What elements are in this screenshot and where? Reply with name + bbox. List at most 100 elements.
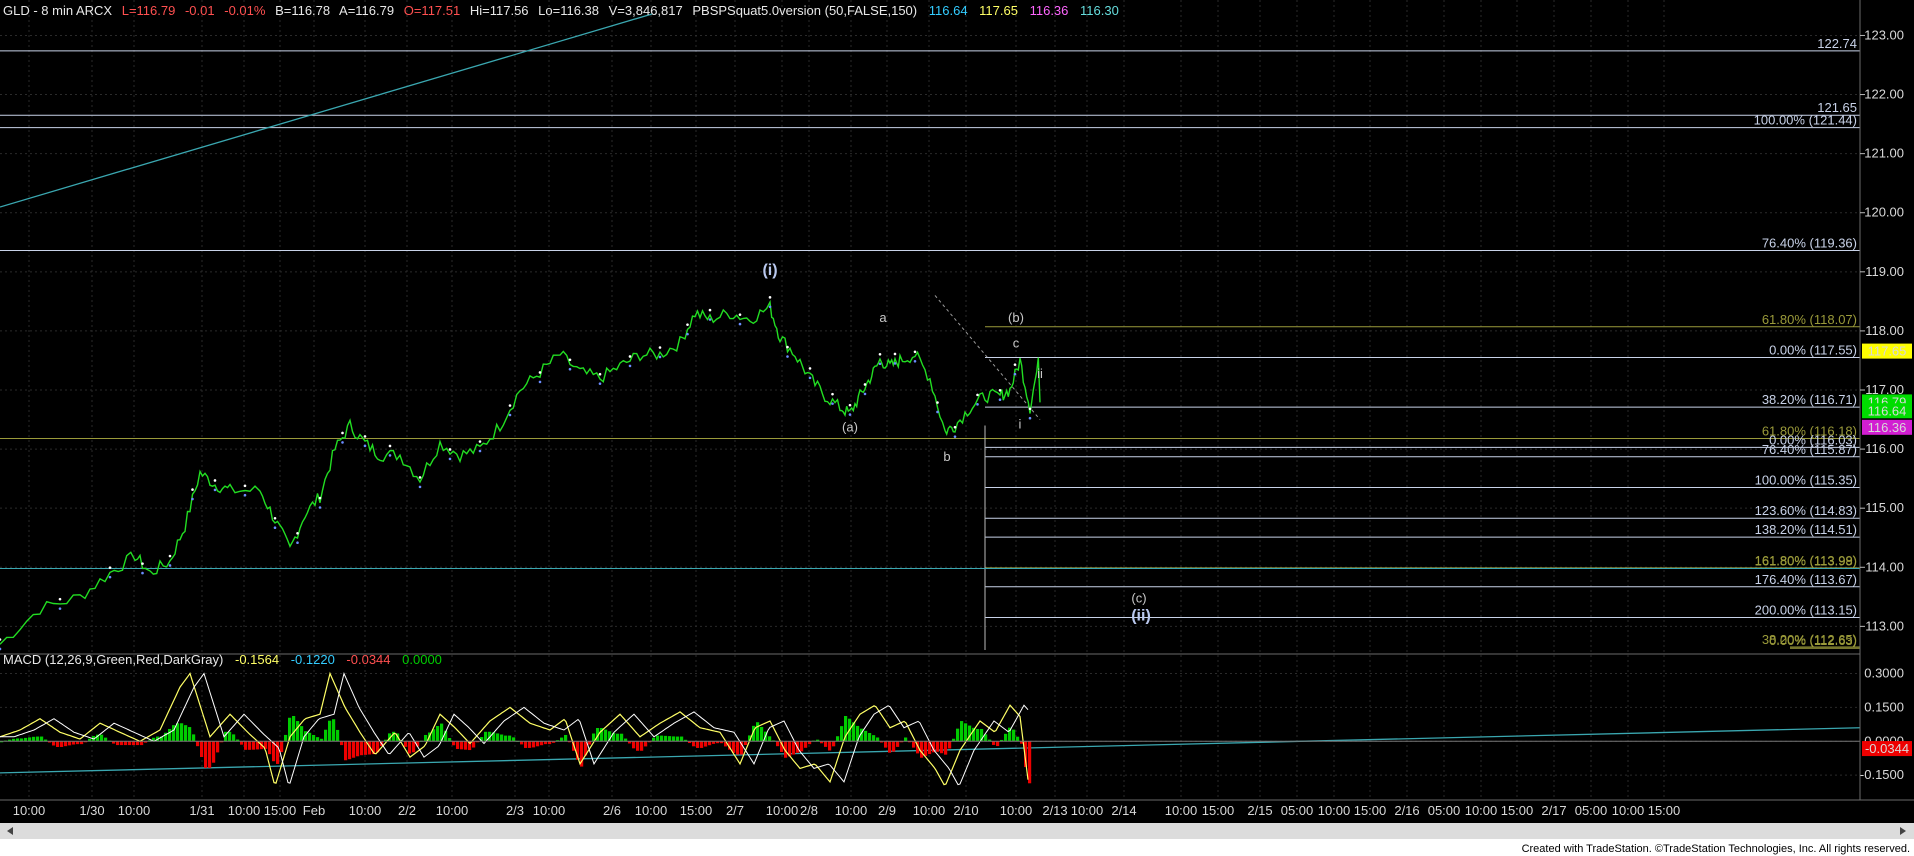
pivot-marker [191,497,194,501]
macd-histogram-bar [40,736,44,742]
wave-label: (b) [1008,310,1024,325]
pivot-marker [913,350,917,354]
pivot-marker [1028,416,1032,420]
pivot-marker [598,382,602,385]
macd-histogram-bar [412,741,416,753]
wave-label: b [943,449,950,464]
macd-histogram-bar [804,741,808,748]
macd-histogram-bar [328,720,332,742]
price-badge-label: 116.36 [1868,420,1907,435]
macd-histogram-bar [100,734,104,742]
macd-histogram-bar [464,741,468,750]
macd-histogram-bar [992,741,996,745]
pivot-marker [478,449,482,453]
pivot-marker [936,410,939,414]
macd-histogram-bar [268,741,272,755]
price-badge-label: 116.64 [1868,403,1907,418]
header-high: Hi=117.56 [470,3,529,18]
pivot-marker [976,393,979,397]
macd-histogram-bar [960,721,964,742]
macd-histogram-bar [452,741,456,746]
macd-histogram-bar [836,736,840,742]
macd-histogram-bar [36,736,40,742]
macd-histogram-bar [776,741,780,747]
macd-histogram-bar [508,735,512,742]
macd-histogram-bar [668,736,672,742]
wave-label: (i) [762,262,777,279]
x-tick-label: 10:00 [228,803,261,818]
macd-histogram-bar [64,741,68,747]
macd-histogram-bar [104,737,108,742]
macd-histogram-bar [344,741,348,761]
macd-histogram-bar [696,741,700,748]
pivot-marker [628,364,632,368]
macd-histogram-bar [896,741,900,747]
x-tick-label: 15:00 [264,803,297,818]
macd-histogram-bar [532,741,536,748]
x-tick-label: 10:00 [1071,803,1104,818]
pivot-marker [448,448,452,451]
pivot-marker [508,413,512,417]
pivot-marker [808,367,812,370]
pivot-marker [168,564,172,567]
horizontal-scrollbar[interactable] [0,823,1914,839]
pivot-marker [1013,363,1017,366]
pivot-marker [1028,407,1032,411]
wave-label: i [1019,416,1022,431]
macd-histogram-bar [904,737,908,742]
fib-level-label: 122.74 [1817,36,1857,51]
macd-histogram-bar [936,741,940,752]
y-tick-label: 119.00 [1865,264,1904,279]
macd-histogram-bar [60,741,64,747]
fib-level-label: 100.00% (121.44) [1754,113,1857,128]
macd-histogram-bar [184,725,188,742]
macd-histogram-bar [944,741,948,755]
pivot-marker [808,376,812,380]
pivot-marker [598,372,602,376]
pivot-marker [538,371,542,374]
wave-label: ii [1037,366,1043,381]
macd-histogram-bar [120,741,124,746]
x-tick-label: 10:00 [1612,803,1645,818]
macd-histogram-bar [336,729,340,742]
y-tick-label: 118.00 [1865,323,1904,338]
pivot-marker [936,401,939,404]
macd-histogram-bar [964,723,968,742]
pivot-marker [363,435,367,438]
pivot-marker [448,457,452,461]
macd-histogram-bar [232,734,236,742]
pivot-marker [848,413,852,416]
macd-histogram-bar [756,722,760,742]
macd-histogram-bar [876,737,880,742]
macd-histogram-bar [912,741,916,748]
macd-histogram-bar [680,736,684,742]
pivot-marker [341,441,344,444]
macd-histogram-bar [188,727,192,742]
macd-histogram-bar [352,741,356,758]
pivot-marker [108,575,112,579]
x-tick-label: 2/13 [1042,803,1067,818]
x-tick-label: 10:00 [118,803,151,818]
macd-histogram-bar [136,741,140,746]
macd-histogram-bar [308,732,312,742]
macd-histogram-bar [892,741,896,752]
fib-level-label: 61.80% (118.07) [1762,312,1857,327]
macd-histogram-bar [1012,729,1016,742]
header-study-val-4: 116.30 [1080,3,1119,18]
macd-badge-label: -0.0344 [1865,741,1909,756]
y-tick-label: 113.00 [1865,618,1904,633]
header-ask: A=116.79 [339,3,394,18]
macd-histogram-bar [660,735,664,742]
macd-histogram-bar [472,741,476,748]
x-tick-label: 2/7 [726,803,744,818]
macd-histogram-bar [888,741,892,753]
x-tick-label: 2/2 [398,803,416,818]
macd-histogram-bar [620,733,624,742]
pivot-marker [738,322,742,326]
macd-histogram-bar [524,741,528,748]
pivot-marker [708,308,712,312]
fib-level-label: 76.40% (115.87) [1762,442,1857,457]
pivot-marker [296,531,299,535]
macd-histogram-bar [196,741,200,747]
pivot-marker [893,362,897,365]
